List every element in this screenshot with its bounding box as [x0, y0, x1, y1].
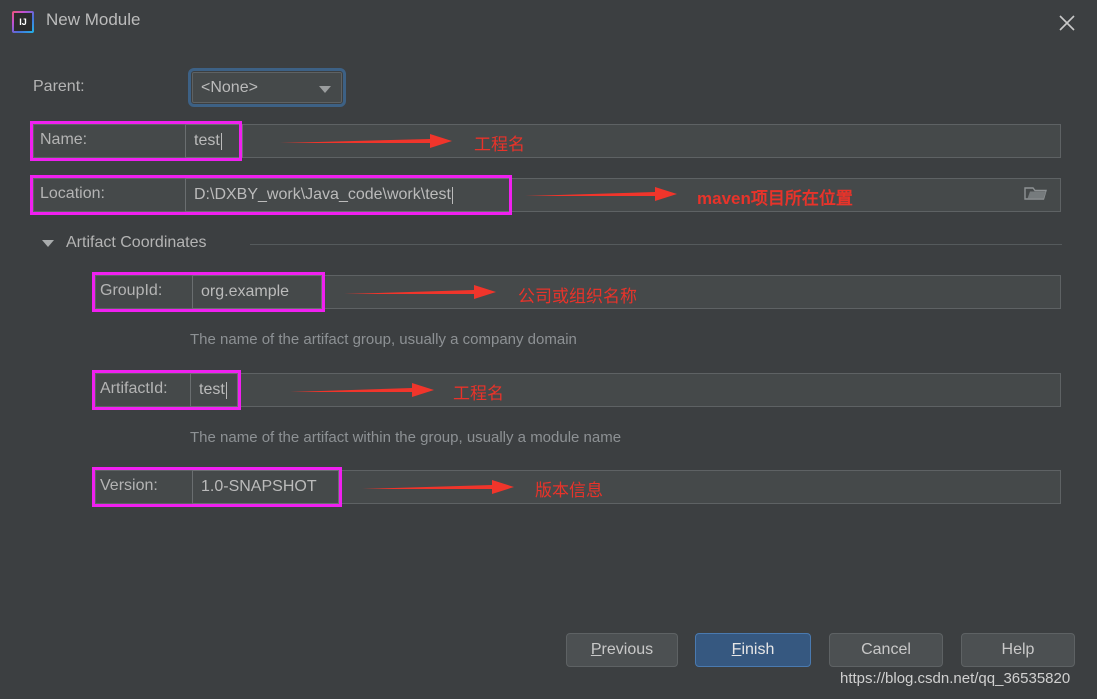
artifactid-annotation-text: 工程名: [453, 384, 504, 403]
watermark-text: https://blog.csdn.net/qq_36535820: [840, 670, 1071, 687]
text-caret: [225, 381, 227, 399]
name-label: Name:: [40, 131, 88, 148]
intellij-idea-icon: IJ: [12, 11, 34, 33]
parent-dropdown[interactable]: <None>: [188, 68, 346, 107]
app-icon-label: IJ: [14, 13, 32, 31]
location-label: Location:: [40, 185, 105, 202]
triangle-down-icon[interactable]: [42, 240, 54, 247]
text-caret: [220, 132, 222, 150]
help-button[interactable]: Help: [961, 633, 1075, 667]
section-divider: [250, 244, 1062, 245]
text-caret: [452, 186, 453, 204]
groupid-label: GroupId:: [100, 282, 163, 299]
previous-button[interactable]: Previous: [566, 633, 678, 667]
artifactid-label: ArtifactId:: [100, 380, 168, 397]
parent-dropdown-value: <None>: [201, 78, 258, 96]
parent-label: Parent:: [33, 78, 85, 95]
cancel-button-label: Cancel: [861, 641, 911, 658]
version-label: Version:: [100, 477, 158, 494]
help-button-label: Help: [1001, 641, 1035, 658]
window-title: New Module: [46, 10, 141, 29]
groupid-helper-text: The name of the artifact group, usually …: [190, 331, 577, 348]
version-annotation-arrow: [362, 480, 514, 494]
artifactid-row-strip: [95, 373, 1061, 407]
name-annotation-text: 工程名: [474, 135, 525, 154]
name-annotation-arrow: [280, 134, 452, 148]
groupid-annotation-arrow: [344, 285, 496, 299]
location-annotation-text: maven项目所在位置: [697, 189, 853, 208]
version-input-value: 1.0-SNAPSHOT: [201, 478, 317, 495]
cancel-button[interactable]: Cancel: [829, 633, 943, 667]
artifactid-helper-text: The name of the artifact within the grou…: [190, 429, 622, 446]
name-input-value: test: [194, 132, 220, 149]
location-input-value: D:\DXBY_work\Java_code\work\test: [194, 186, 451, 203]
location-input[interactable]: D:\DXBY_work\Java_code\work\test: [185, 178, 511, 212]
groupid-input-value: org.example: [201, 283, 290, 300]
finish-button[interactable]: Finish: [695, 633, 811, 667]
artifactid-annotation-arrow: [290, 383, 434, 397]
groupid-annotation-text: 公司或组织名称: [518, 287, 637, 306]
previous-button-label: Previous: [590, 641, 654, 658]
chevron-down-icon: [319, 85, 331, 93]
location-annotation-arrow: [525, 187, 677, 201]
artifactid-input-value: test: [199, 381, 225, 398]
finish-button-label: Finish: [731, 641, 775, 658]
artifactid-input[interactable]: test: [190, 373, 238, 407]
title-bar: IJ New Module: [0, 0, 1097, 45]
close-icon[interactable]: [1051, 8, 1083, 38]
folder-icon[interactable]: [1020, 182, 1052, 204]
name-input[interactable]: test: [185, 124, 243, 158]
version-annotation-text: 版本信息: [535, 481, 603, 500]
version-input[interactable]: 1.0-SNAPSHOT: [192, 470, 339, 504]
artifact-coordinates-title: Artifact Coordinates: [66, 234, 207, 251]
groupid-input[interactable]: org.example: [192, 275, 322, 309]
